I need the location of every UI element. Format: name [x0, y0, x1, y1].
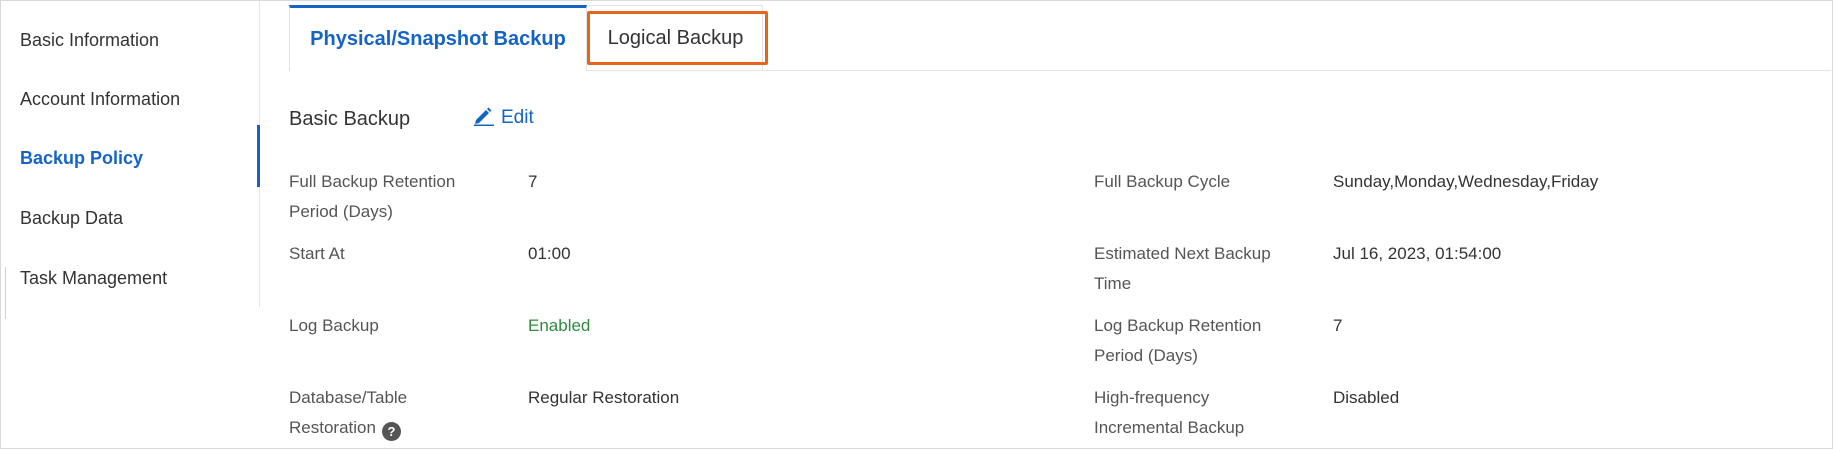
sidebar-item-backup-policy[interactable]: Backup Policy	[20, 148, 143, 169]
tab-bar: Physical/Snapshot Backup Logical Backup	[289, 5, 1831, 71]
log-backup-label: Log Backup	[289, 316, 379, 335]
edit-icon	[474, 107, 494, 126]
tab-logical-backup[interactable]: Logical Backup	[589, 5, 763, 70]
sidebar: Basic Information Account Information Ba…	[1, 1, 260, 307]
sidebar-item-task-management[interactable]: Task Management	[20, 268, 167, 289]
edit-label: Edit	[501, 107, 534, 128]
edit-button[interactable]: Edit	[473, 106, 534, 129]
full-backup-retention-label: Full Backup Retention Period (Days)	[289, 172, 456, 221]
full-backup-cycle-value: Sunday,Monday,Wednesday,Friday	[1333, 172, 1599, 191]
database-table-restoration-value: Regular Restoration	[528, 388, 680, 407]
full-backup-retention-value: 7	[528, 172, 538, 191]
tab-physical-snapshot-backup[interactable]: Physical/Snapshot Backup	[289, 5, 587, 71]
log-backup-status: Enabled	[528, 316, 591, 335]
high-frequency-incremental-label: High-frequency Incremental Backup	[1094, 388, 1245, 437]
estimated-next-backup-value: Jul 16, 2023, 01:54:00	[1333, 244, 1502, 263]
backup-policy-page: Basic Information Account Information Ba…	[0, 0, 1833, 449]
sidebar-item-account-information[interactable]: Account Information	[20, 89, 180, 110]
divider	[5, 267, 6, 319]
sidebar-item-basic-information[interactable]: Basic Information	[20, 30, 159, 51]
help-icon[interactable]: ?	[381, 422, 401, 441]
full-backup-cycle-label: Full Backup Cycle	[1094, 172, 1231, 191]
database-table-restoration-label: Database/Table Restoration?	[289, 383, 489, 443]
start-at-label: Start At	[289, 244, 345, 263]
estimated-next-backup-label: Estimated Next Backup Time	[1094, 244, 1271, 293]
sidebar-item-backup-data[interactable]: Backup Data	[20, 208, 123, 229]
sidebar-active-indicator	[257, 125, 260, 187]
section-title: Basic Backup	[289, 108, 411, 130]
start-at-value: 01:00	[528, 244, 571, 263]
high-frequency-incremental-value: Disabled	[1333, 388, 1400, 407]
log-backup-retention-label: Log Backup Retention Period (Days)	[1094, 316, 1262, 365]
log-backup-retention-value: 7	[1333, 316, 1343, 335]
